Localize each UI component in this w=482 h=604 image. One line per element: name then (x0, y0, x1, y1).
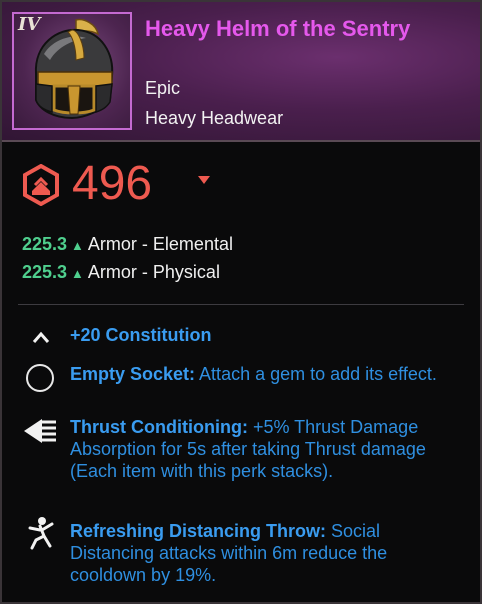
stat-value: 225.3 (22, 262, 68, 282)
perk-throw: Refreshing Distancing Throw: Social Dist… (70, 520, 460, 586)
item-type: Heavy Headwear (145, 108, 284, 128)
perk-thrust-name: Thrust Conditioning: (70, 417, 248, 437)
item-icon-frame: IV (12, 12, 132, 130)
perk-socket-desc: Attach a gem to add its effect. (195, 364, 437, 384)
stat-armor-physical: 225.3 ▲ Armor - Physical (22, 262, 220, 283)
thrust-perk-icon (24, 419, 56, 443)
item-tooltip: IV Heavy Helm of the Sentry Epic Heavy H… (0, 0, 482, 604)
stat-label: Armor - Physical (87, 262, 220, 282)
section-divider (18, 304, 464, 305)
tier-label: IV (18, 14, 41, 35)
gear-score-value: 496 (72, 157, 153, 210)
perk-socket-name: Empty Socket: (70, 364, 196, 384)
empty-socket-icon[interactable] (24, 362, 56, 394)
tooltip-header: IV Heavy Helm of the Sentry Epic Heavy H… (2, 2, 480, 142)
item-rarity: Epic (145, 78, 181, 98)
throw-perk-icon (28, 517, 54, 550)
stat-value: 225.3 (22, 234, 68, 254)
perk-throw-name: Refreshing Distancing Throw: (70, 521, 327, 541)
gear-score-icon (23, 164, 59, 206)
chevron-up-icon (32, 331, 50, 343)
perk-socket: Empty Socket: Attach a gem to add its ef… (70, 363, 460, 385)
perk-thrust: Thrust Conditioning: +5% Thrust Damage A… (70, 416, 460, 482)
stat-armor-elemental: 225.3 ▲ Armor - Elemental (22, 234, 233, 255)
perk-attribute: +20 Constitution (70, 324, 460, 346)
stat-label: Armor - Elemental (87, 234, 233, 254)
triangle-up-icon: ▲ (71, 238, 84, 253)
perk-attribute-text: +20 Constitution (70, 325, 212, 345)
triangle-up-icon: ▲ (71, 266, 84, 281)
item-name: Heavy Helm of the Sentry (145, 16, 411, 41)
chevron-down-icon[interactable] (198, 176, 210, 185)
